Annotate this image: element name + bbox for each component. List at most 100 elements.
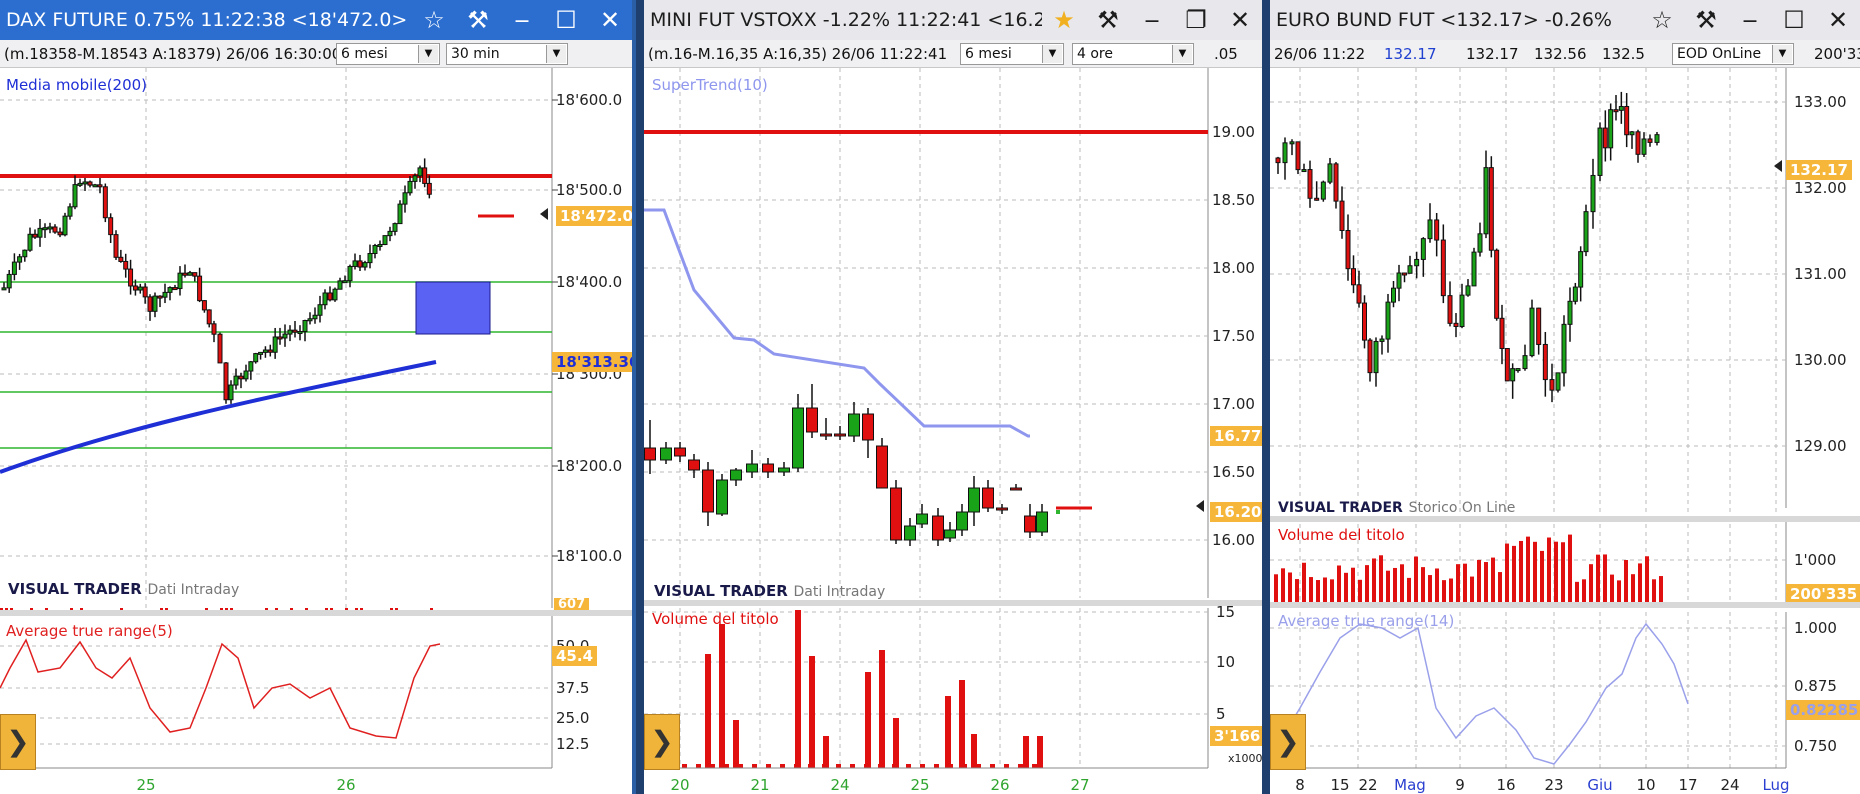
restore-icon[interactable]: ❐ [1174, 0, 1218, 40]
window-title[interactable]: MINI FUT VSTOXX -1.22% 11:22:41 <16.2 ★ … [644, 0, 1262, 40]
info-text: (m.16-M.16,35 A:16,35) 26/06 11:22:41 [648, 45, 948, 63]
candle [1613, 109, 1619, 113]
pane-separator[interactable] [1270, 602, 1860, 608]
source-select[interactable]: EOD OnLine ▼ [1672, 43, 1794, 65]
candle [6, 273, 12, 289]
interval-select[interactable]: 4 ore ▼ [1072, 43, 1194, 65]
candle [1629, 131, 1635, 136]
y-tick-label: 18.00 [1212, 259, 1255, 277]
volume-bar [850, 764, 855, 768]
bund-chart-window: EURO BUND FUT <132.17> -0.26% ☆ ⚒ ‒ ☐ ✕ … [1270, 0, 1860, 794]
scroll-left-button[interactable]: ❯ [0, 714, 36, 770]
candle [1641, 138, 1647, 155]
volume-bar [1512, 545, 1516, 602]
atr-tick-label: 0.875 [1794, 677, 1837, 695]
candle [778, 467, 790, 473]
scroll-left-button[interactable]: ❯ [1270, 714, 1306, 770]
period-select[interactable]: 6 mesi ▼ [336, 43, 440, 65]
volume-bar [990, 764, 995, 768]
y-tick-label: 18'500.0 [556, 181, 622, 199]
candle [82, 181, 88, 185]
hammer-icon[interactable]: ⚒ [456, 0, 500, 40]
maximize-icon[interactable]: ☐ [544, 0, 588, 40]
candle [702, 469, 714, 513]
volume-bar [1004, 764, 1009, 768]
volume-bar [1456, 564, 1460, 602]
candle [1555, 372, 1561, 391]
candle [426, 182, 432, 195]
volume-bar [836, 764, 841, 768]
x-tick-label: 25 [910, 776, 929, 794]
candle [1608, 109, 1614, 149]
minimize-icon[interactable]: ‒ [500, 0, 544, 40]
candle [37, 227, 43, 238]
candle [307, 318, 313, 322]
candle [372, 245, 378, 255]
zone-box [415, 281, 491, 335]
volume-bar [1638, 563, 1642, 602]
candle [1504, 348, 1510, 382]
title-text: EURO BUND FUT <132.17> -0.26% [1276, 9, 1612, 31]
star-icon[interactable]: ☆ [412, 0, 456, 40]
atr-tick-label: 12.5 [556, 735, 589, 753]
candle [944, 529, 956, 539]
candle [72, 184, 78, 208]
candle [1320, 181, 1326, 200]
dax-price-chart[interactable]: 18'600.018'500.018'400.018'300.018'200.0… [0, 68, 636, 794]
chevron-down-icon: ▼ [418, 45, 438, 63]
pane-separator[interactable] [0, 610, 632, 616]
y-tick-label: 18'100.0 [556, 547, 622, 565]
minimize-icon[interactable]: ‒ [1130, 0, 1174, 40]
candle [1542, 343, 1548, 381]
candle [848, 413, 860, 437]
candle [1654, 134, 1660, 143]
volume-bar [959, 680, 965, 768]
candle [1602, 127, 1608, 149]
pane-separator[interactable] [1270, 516, 1860, 522]
window-title[interactable]: DAX FUTURE 0.75% 11:22:38 <18'472.0> (30… [0, 0, 632, 40]
candle [118, 256, 124, 262]
hammer-icon[interactable]: ⚒ [1684, 0, 1728, 40]
volume-bar [1610, 574, 1614, 602]
candle [77, 182, 83, 186]
candle [660, 447, 672, 461]
vstoxx-price-chart[interactable]: 19.0018.5018.0017.5017.0016.5016.0015105… [644, 68, 1262, 794]
supertrend-tag: 16.77 [1210, 426, 1262, 446]
x-tick-label: 21 [750, 776, 769, 794]
candle [217, 333, 223, 364]
scroll-left-button[interactable]: ❯ [644, 714, 680, 770]
x-tick-label: 15 [1330, 776, 1349, 794]
candle [362, 262, 368, 268]
close-icon[interactable]: ✕ [588, 0, 632, 40]
star-icon[interactable]: ★ [1042, 0, 1086, 40]
info-volume: 200'33 [1814, 45, 1860, 63]
candle [1434, 219, 1440, 241]
candle [417, 167, 423, 177]
candle [292, 329, 298, 333]
candle [282, 333, 288, 339]
candle [1494, 249, 1500, 319]
minimize-icon[interactable]: ‒ [1728, 0, 1772, 40]
candle [1499, 317, 1505, 350]
candle [1356, 284, 1362, 304]
volume-bar [1624, 559, 1628, 602]
interval-select[interactable]: 30 min ▼ [446, 43, 568, 65]
volume-bar [1281, 568, 1285, 602]
close-icon[interactable]: ✕ [1816, 0, 1860, 40]
star-icon[interactable]: ☆ [1640, 0, 1684, 40]
window-controls: ☆ ⚒ ‒ ☐ ✕ [1640, 0, 1860, 40]
price-pointer [1774, 160, 1782, 172]
pane-separator[interactable] [644, 600, 1262, 606]
close-icon[interactable]: ✕ [1218, 0, 1262, 40]
candle [387, 230, 393, 237]
window-title[interactable]: EURO BUND FUT <132.17> -0.26% ☆ ⚒ ‒ ☐ ✕ [1270, 0, 1860, 40]
volume-bar [809, 656, 815, 768]
candle [1515, 368, 1521, 372]
hammer-icon[interactable]: ⚒ [1086, 0, 1130, 40]
maximize-icon[interactable]: ☐ [1772, 0, 1816, 40]
period-select[interactable]: 6 mesi ▼ [960, 43, 1064, 65]
candle [834, 433, 846, 437]
candle [287, 329, 293, 335]
bund-price-chart[interactable]: 133.00 132.00 131.00 130.00 129.00 1'000 1.000… [1270, 68, 1860, 794]
candle [956, 511, 968, 531]
